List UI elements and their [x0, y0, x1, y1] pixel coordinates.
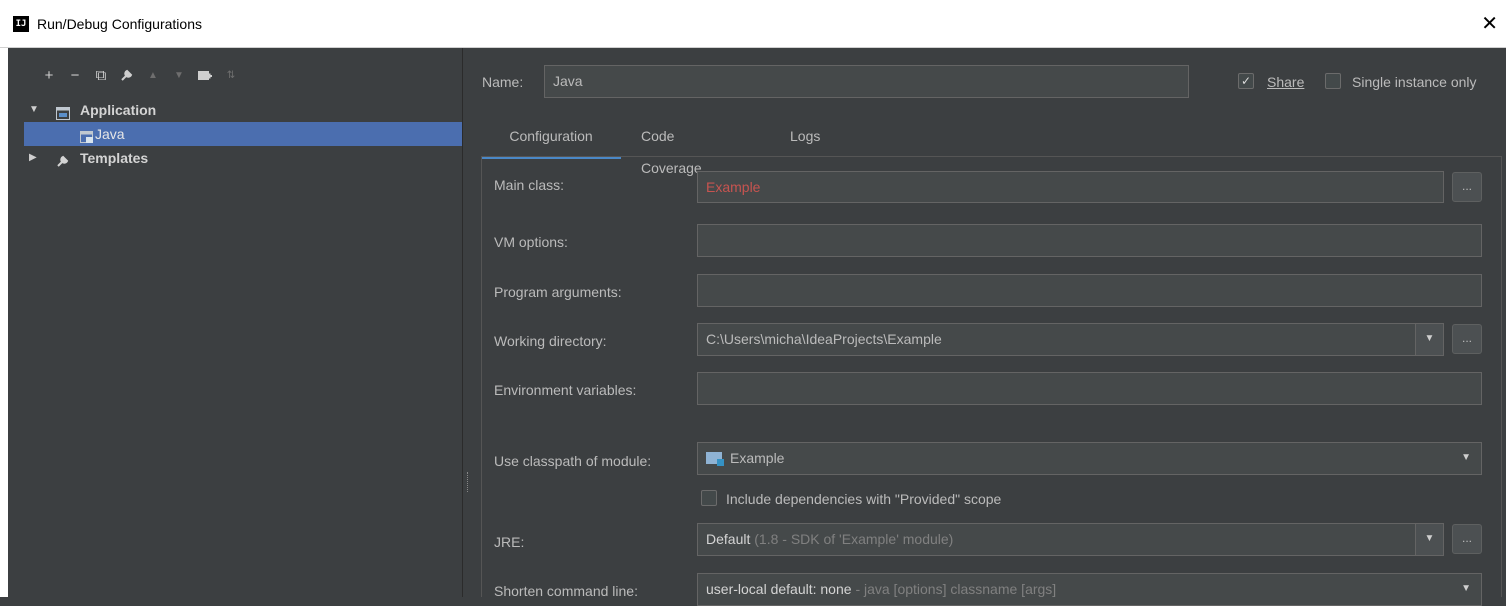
program-arguments-label: Program arguments: — [494, 284, 622, 300]
working-directory-browse-button[interactable]: ... — [1452, 324, 1482, 354]
main-class-label: Main class: — [494, 177, 565, 193]
window-left-edge — [0, 48, 8, 597]
chevron-down-icon[interactable]: ▼ — [1461, 574, 1471, 604]
name-field[interactable]: Java — [544, 65, 1189, 98]
new-folder-icon[interactable] — [192, 64, 218, 86]
jre-label: JRE: — [494, 534, 525, 550]
tab-logs[interactable]: Logs — [790, 120, 820, 156]
application-icon — [56, 103, 70, 120]
splitter-grip[interactable] — [467, 472, 470, 492]
jre-select[interactable]: Default (1.8 - SDK of 'Example' module) … — [697, 523, 1444, 556]
wrench-icon — [56, 151, 70, 167]
vm-options-label: VM options: — [494, 234, 568, 250]
copy-icon[interactable]: ⧉ — [88, 64, 114, 86]
chevron-down-icon[interactable]: ▼ — [1415, 324, 1443, 355]
move-down-icon[interactable]: ▼ — [166, 64, 192, 86]
working-directory-field[interactable]: C:\Users\micha\IdeaProjects\Example ▼ — [697, 323, 1444, 356]
include-dependencies-label: Include dependencies with "Provided" sco… — [726, 491, 1002, 507]
tree-item-label: Java — [95, 126, 125, 142]
classpath-module-label: Use classpath of module: — [494, 453, 652, 469]
panel-splitter[interactable] — [462, 48, 481, 597]
sort-icon[interactable]: ⇅ — [218, 64, 244, 86]
tree-item-java[interactable]: Java — [24, 122, 462, 146]
chevron-down-icon[interactable]: ▼ — [1415, 524, 1443, 555]
name-label: Name: — [482, 74, 524, 90]
left-panel-gutter — [8, 48, 25, 597]
expand-arrow-icon[interactable]: ▼ — [29, 98, 39, 122]
jre-hint: (1.8 - SDK of 'Example' module) — [754, 531, 954, 547]
tree-item-application[interactable]: ▼ Application — [24, 98, 462, 122]
vm-options-field[interactable] — [697, 224, 1482, 257]
chevron-down-icon[interactable]: ▼ — [1461, 443, 1471, 473]
single-instance-label: Single instance only — [1352, 74, 1477, 90]
java-config-icon — [80, 127, 94, 143]
configuration-form: Main class: Example ... VM options: Prog… — [481, 156, 1502, 606]
main-class-field[interactable]: Example — [697, 171, 1444, 203]
shorten-command-line-select[interactable]: user-local default: none - java [options… — [697, 573, 1482, 606]
move-up-icon[interactable]: ▲ — [140, 64, 166, 86]
tree-item-templates[interactable]: ▶ Templates — [24, 146, 462, 170]
working-directory-value: C:\Users\micha\IdeaProjects\Example — [706, 331, 942, 347]
program-arguments-field[interactable] — [697, 274, 1482, 307]
configurations-panel: + − ⧉ ▲ ▼ ⇅ ▼ Application Java ▶ Templat… — [24, 48, 462, 597]
tree-item-label: Application — [80, 102, 157, 118]
jre-browse-button[interactable]: ... — [1452, 524, 1482, 554]
jre-value: Default — [706, 531, 751, 547]
main-class-browse-button[interactable]: ... — [1452, 172, 1482, 202]
share-checkbox[interactable]: ✓ — [1238, 73, 1254, 89]
classpath-module-value: Example — [730, 450, 785, 466]
configurations-toolbar: + − ⧉ ▲ ▼ ⇅ — [36, 64, 244, 86]
shorten-command-line-hint: - java [options] classname [args] — [855, 581, 1057, 597]
include-dependencies-checkbox[interactable] — [701, 490, 717, 506]
window-title: Run/Debug Configurations — [37, 16, 202, 32]
configuration-editor: Name: Java ✓ Share Single instance only … — [481, 48, 1506, 606]
module-icon — [706, 452, 724, 466]
tab-code-coverage[interactable]: Code Coverage — [641, 120, 702, 176]
collapse-arrow-icon[interactable]: ▶ — [29, 146, 37, 170]
close-icon[interactable]: ✕ — [1481, 11, 1498, 36]
remove-icon[interactable]: − — [62, 64, 88, 86]
tree-item-label: Templates — [80, 150, 149, 166]
title-bar: IJ Run/Debug Configurations ✕ — [0, 0, 1506, 48]
configuration-tree: ▼ Application Java ▶ Templates — [24, 98, 462, 170]
share-label: Share — [1267, 74, 1305, 90]
shorten-command-line-value: user-local default: none — [706, 581, 852, 597]
single-instance-checkbox[interactable] — [1325, 73, 1341, 89]
environment-variables-label: Environment variables: — [494, 382, 637, 398]
tab-configuration[interactable]: Configuration — [481, 120, 621, 159]
wrench-icon[interactable] — [114, 64, 140, 86]
working-directory-label: Working directory: — [494, 333, 607, 349]
classpath-module-select[interactable]: Example ▼ — [697, 442, 1482, 475]
environment-variables-field[interactable] — [697, 372, 1482, 405]
add-icon[interactable]: + — [36, 64, 62, 86]
intellij-app-icon: IJ — [13, 16, 29, 32]
